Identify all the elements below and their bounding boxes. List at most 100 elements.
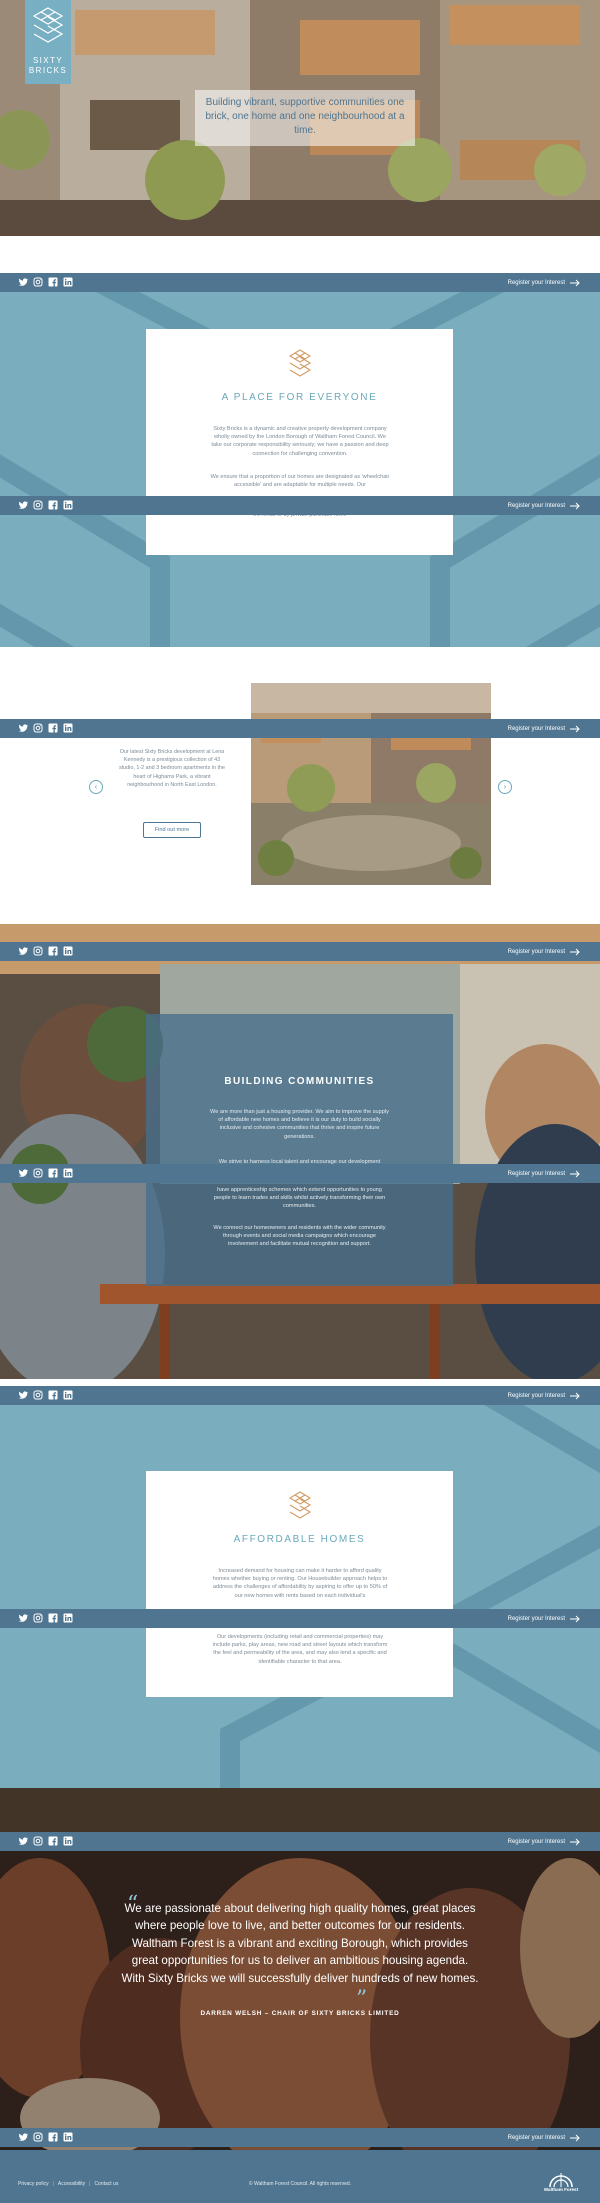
facebook-icon[interactable] bbox=[48, 1168, 58, 1178]
navbar: Register your Interest bbox=[0, 1386, 600, 1405]
linkedin-icon[interactable] bbox=[63, 500, 73, 510]
register-interest-link[interactable]: Register your Interest bbox=[508, 1612, 580, 1625]
twitter-icon[interactable] bbox=[18, 1613, 28, 1623]
arrow-right-icon bbox=[570, 1838, 580, 1845]
linkedin-icon[interactable] bbox=[63, 1836, 73, 1846]
arrow-right-icon bbox=[570, 1615, 580, 1622]
chevron-right-icon: › bbox=[503, 782, 507, 791]
hero-tagline: Building vibrant, supportive communities… bbox=[205, 97, 405, 136]
social-links bbox=[18, 1390, 73, 1401]
social-links bbox=[18, 1836, 73, 1847]
linkedin-icon[interactable] bbox=[63, 723, 73, 733]
navbar: Register your Interest bbox=[0, 942, 600, 961]
waltham-forest-logo[interactable]: Waltham Forest bbox=[541, 2168, 581, 2196]
twitter-icon[interactable] bbox=[18, 946, 28, 956]
twitter-icon[interactable] bbox=[18, 1836, 28, 1846]
twitter-icon[interactable] bbox=[18, 500, 28, 510]
facebook-icon[interactable] bbox=[48, 1390, 58, 1400]
register-interest-link[interactable]: Register your Interest bbox=[508, 1835, 580, 1848]
instagram-icon[interactable] bbox=[33, 946, 43, 956]
facebook-icon[interactable] bbox=[48, 1836, 58, 1846]
hero-tagline-box: Building vibrant, supportive communities… bbox=[195, 90, 415, 146]
communities-panel: BUILDING COMMUNITIES We are more than ju… bbox=[146, 1014, 453, 1286]
testimonial-quote: We are passionate about delivering high … bbox=[121, 1902, 479, 1985]
register-interest-label: Register your Interest bbox=[507, 2134, 565, 2141]
linkedin-icon[interactable] bbox=[63, 1168, 73, 1178]
logo-line2: BRICKS bbox=[28, 66, 68, 75]
social-links bbox=[18, 723, 73, 734]
affordable-title: AFFORDABLE HOMES bbox=[233, 1534, 366, 1545]
register-interest-label: Register your Interest bbox=[507, 1838, 565, 1845]
register-interest-link[interactable]: Register your Interest bbox=[508, 1389, 580, 1402]
quote-close-icon: ” bbox=[356, 1987, 368, 2012]
affordable-paragraph-1: Increased demand for housing can make it… bbox=[212, 1568, 388, 1599]
linkedin-icon[interactable] bbox=[63, 1613, 73, 1623]
twitter-icon[interactable] bbox=[18, 2132, 28, 2142]
place-paragraph-1: Sixty Bricks is a dynamic and creative p… bbox=[211, 426, 389, 457]
instagram-icon[interactable] bbox=[33, 723, 43, 733]
facebook-icon[interactable] bbox=[48, 1613, 58, 1623]
sixty-bricks-logo[interactable]: SIXTY BRICKS bbox=[25, 0, 71, 84]
instagram-icon[interactable] bbox=[33, 500, 43, 510]
facebook-icon[interactable] bbox=[48, 723, 58, 733]
quote-attribution: DARREN WELSH – CHAIR OF SIXTY BRICKS LIM… bbox=[200, 2010, 400, 2017]
navbar: Register your Interest bbox=[0, 273, 600, 292]
social-links bbox=[18, 277, 73, 288]
twitter-icon[interactable] bbox=[18, 723, 28, 733]
instagram-icon[interactable] bbox=[33, 1168, 43, 1178]
place-card: A PLACE FOR EVERYONE Sixty Bricks is a d… bbox=[146, 329, 453, 555]
social-links bbox=[18, 1613, 73, 1624]
brick-stack-icon bbox=[32, 7, 64, 43]
linkedin-icon[interactable] bbox=[63, 2132, 73, 2142]
social-links bbox=[18, 2132, 73, 2143]
instagram-icon[interactable] bbox=[33, 1613, 43, 1623]
brick-stack-icon bbox=[288, 349, 312, 377]
affordable-card: AFFORDABLE HOMES Increased demand for ho… bbox=[146, 1471, 453, 1697]
register-interest-label: Register your Interest bbox=[507, 1170, 565, 1177]
arch-icon bbox=[549, 2173, 573, 2188]
brick-stack-icon bbox=[288, 1491, 312, 1519]
communities-paragraph-4: We connect our homeowners and residents … bbox=[213, 1225, 386, 1248]
social-links bbox=[18, 500, 73, 511]
communities-paragraph-3: have apprenticeship schemes which extend… bbox=[213, 1187, 386, 1210]
facebook-icon[interactable] bbox=[48, 277, 58, 287]
linkedin-icon[interactable] bbox=[63, 946, 73, 956]
find-out-more-button[interactable]: Find out more bbox=[143, 822, 201, 838]
footer: Privacy policy | Accessibility | Contact… bbox=[0, 2150, 600, 2203]
facebook-icon[interactable] bbox=[48, 946, 58, 956]
footer-copyright: © Waltham Forest Council. All rights res… bbox=[248, 2181, 352, 2187]
navbar: Register your Interest bbox=[0, 496, 600, 515]
carousel-next-button[interactable]: › bbox=[498, 780, 512, 794]
register-interest-link[interactable]: Register your Interest bbox=[508, 276, 580, 289]
navbar: Register your Interest bbox=[0, 1164, 600, 1183]
facebook-icon[interactable] bbox=[48, 2132, 58, 2142]
twitter-icon[interactable] bbox=[18, 277, 28, 287]
register-interest-label: Register your Interest bbox=[507, 948, 565, 955]
instagram-icon[interactable] bbox=[33, 2132, 43, 2142]
navbar: Register your Interest bbox=[0, 1609, 600, 1628]
twitter-icon[interactable] bbox=[18, 1168, 28, 1178]
arrow-right-icon bbox=[570, 1170, 580, 1177]
development-description: Our latest Sixty Bricks development at L… bbox=[118, 749, 226, 788]
register-interest-label: Register your Interest bbox=[507, 725, 565, 732]
place-paragraph-2: We ensure that a proportion of our homes… bbox=[210, 474, 390, 489]
instagram-icon[interactable] bbox=[33, 277, 43, 287]
register-interest-link[interactable]: Register your Interest bbox=[508, 945, 580, 958]
instagram-icon[interactable] bbox=[33, 1836, 43, 1846]
register-interest-link[interactable]: Register your Interest bbox=[508, 1167, 580, 1180]
linkedin-icon[interactable] bbox=[63, 277, 73, 287]
facebook-icon[interactable] bbox=[48, 500, 58, 510]
register-interest-link[interactable]: Register your Interest bbox=[508, 499, 580, 512]
twitter-icon[interactable] bbox=[18, 1390, 28, 1400]
instagram-icon[interactable] bbox=[33, 1390, 43, 1400]
council-name: Waltham Forest bbox=[543, 2187, 579, 2192]
register-interest-link[interactable]: Register your Interest bbox=[508, 2131, 580, 2144]
register-interest-label: Register your Interest bbox=[507, 1615, 565, 1622]
linkedin-icon[interactable] bbox=[63, 1390, 73, 1400]
carousel-prev-button[interactable]: ‹ bbox=[89, 780, 103, 794]
arrow-right-icon bbox=[570, 725, 580, 732]
quote-open-icon: “ bbox=[127, 1892, 139, 1917]
register-interest-link[interactable]: Register your Interest bbox=[508, 722, 580, 735]
arrow-right-icon bbox=[570, 502, 580, 509]
arrow-right-icon bbox=[570, 948, 580, 955]
